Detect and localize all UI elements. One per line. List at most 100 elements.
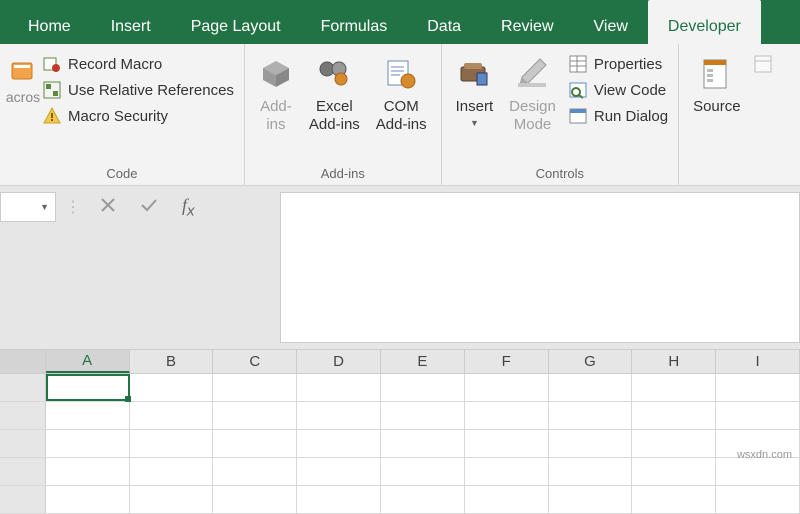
column-header-i[interactable]: I [716,350,800,373]
cell[interactable] [549,430,633,457]
cell[interactable] [130,430,214,457]
grid-row [0,430,800,458]
tab-insert[interactable]: Insert [91,0,171,44]
name-box[interactable]: ▼ [0,192,56,222]
column-header-c[interactable]: C [213,350,297,373]
cell[interactable] [381,486,465,513]
formula-input[interactable] [280,192,800,343]
com-addins-button[interactable]: COMAdd-ins [368,48,435,134]
cell[interactable] [46,402,130,429]
cell[interactable] [465,402,549,429]
cell[interactable] [297,374,381,401]
column-header-d[interactable]: D [297,350,381,373]
view-code-icon [568,80,588,100]
grid-row [0,402,800,430]
addins-icon [259,54,293,94]
insert-function-button[interactable]: fx [182,195,195,220]
cell[interactable] [213,430,297,457]
cell[interactable] [213,374,297,401]
cell[interactable] [381,374,465,401]
properties-button[interactable]: Properties [568,54,668,74]
properties-icon [568,54,588,74]
cell[interactable] [632,430,716,457]
row-header[interactable] [0,486,46,513]
cell[interactable] [716,374,800,401]
cell[interactable] [297,402,381,429]
cell[interactable] [716,486,800,513]
cell[interactable] [130,486,214,513]
cell[interactable] [465,486,549,513]
cell[interactable] [130,458,214,485]
cell[interactable] [297,430,381,457]
cell[interactable] [549,402,633,429]
cell[interactable] [632,458,716,485]
cell[interactable] [716,458,800,485]
cell[interactable] [465,430,549,457]
excel-addins-icon [317,54,351,94]
select-all-corner[interactable] [0,350,46,373]
cell[interactable] [549,458,633,485]
cell[interactable] [465,458,549,485]
tab-data[interactable]: Data [407,0,481,44]
fill-handle[interactable] [125,396,131,402]
design-mode-icon [516,54,550,94]
cell[interactable] [381,430,465,457]
cancel-formula-button[interactable] [100,197,116,218]
cell[interactable] [632,374,716,401]
tab-developer[interactable]: Developer [648,0,761,44]
use-relative-references-button[interactable]: Use Relative References [42,80,234,100]
run-dialog-button[interactable]: Run Dialog [568,106,668,126]
chevron-down-icon: ▼ [40,202,49,212]
column-header-e[interactable]: E [381,350,465,373]
record-macro-button[interactable]: Record Macro [42,54,234,74]
design-mode-button[interactable]: DesignMode [501,48,564,134]
row-header[interactable] [0,458,46,485]
source-button[interactable]: Source [685,48,749,116]
column-header-a[interactable]: A [46,350,130,373]
row-header[interactable] [0,430,46,457]
cell[interactable] [46,458,130,485]
column-header-h[interactable]: H [632,350,716,373]
cell[interactable] [46,430,130,457]
tab-view[interactable]: View [574,0,648,44]
view-code-label: View Code [594,82,666,99]
run-dialog-icon [568,106,588,126]
cell[interactable] [549,374,633,401]
cell-selected[interactable] [46,374,130,401]
cell[interactable] [130,374,214,401]
cell[interactable] [213,402,297,429]
visual-basic-button[interactable]: acros [6,48,40,105]
row-header[interactable] [0,374,46,401]
grid-row [0,486,800,514]
cell[interactable] [632,402,716,429]
cell[interactable] [297,486,381,513]
cell[interactable] [46,486,130,513]
column-header-b[interactable]: B [130,350,214,373]
cell[interactable] [465,374,549,401]
map-properties-button[interactable] [753,54,773,74]
cell[interactable] [632,486,716,513]
row-header[interactable] [0,402,46,429]
column-header-f[interactable]: F [465,350,549,373]
cell[interactable] [716,402,800,429]
enter-formula-button[interactable] [140,197,158,218]
insert-control-button[interactable]: Insert ▼ [448,48,502,129]
cell[interactable] [213,458,297,485]
tab-home[interactable]: Home [8,0,91,44]
macro-security-button[interactable]: Macro Security [42,106,234,126]
tab-review[interactable]: Review [481,0,573,44]
cell[interactable] [549,486,633,513]
cell[interactable] [297,458,381,485]
cell[interactable] [381,402,465,429]
column-header-g[interactable]: G [549,350,633,373]
view-code-button[interactable]: View Code [568,80,668,100]
excel-addins-button[interactable]: ExcelAdd-ins [301,48,368,134]
tab-page-layout[interactable]: Page Layout [171,0,301,44]
cell[interactable] [381,458,465,485]
ribbon: acros Record Macro Use Relative Referenc… [0,44,800,186]
tab-formulas[interactable]: Formulas [301,0,408,44]
cell[interactable] [213,486,297,513]
cell[interactable] [130,402,214,429]
addins-button[interactable]: Add-ins [251,48,301,134]
grid-row [0,458,800,486]
